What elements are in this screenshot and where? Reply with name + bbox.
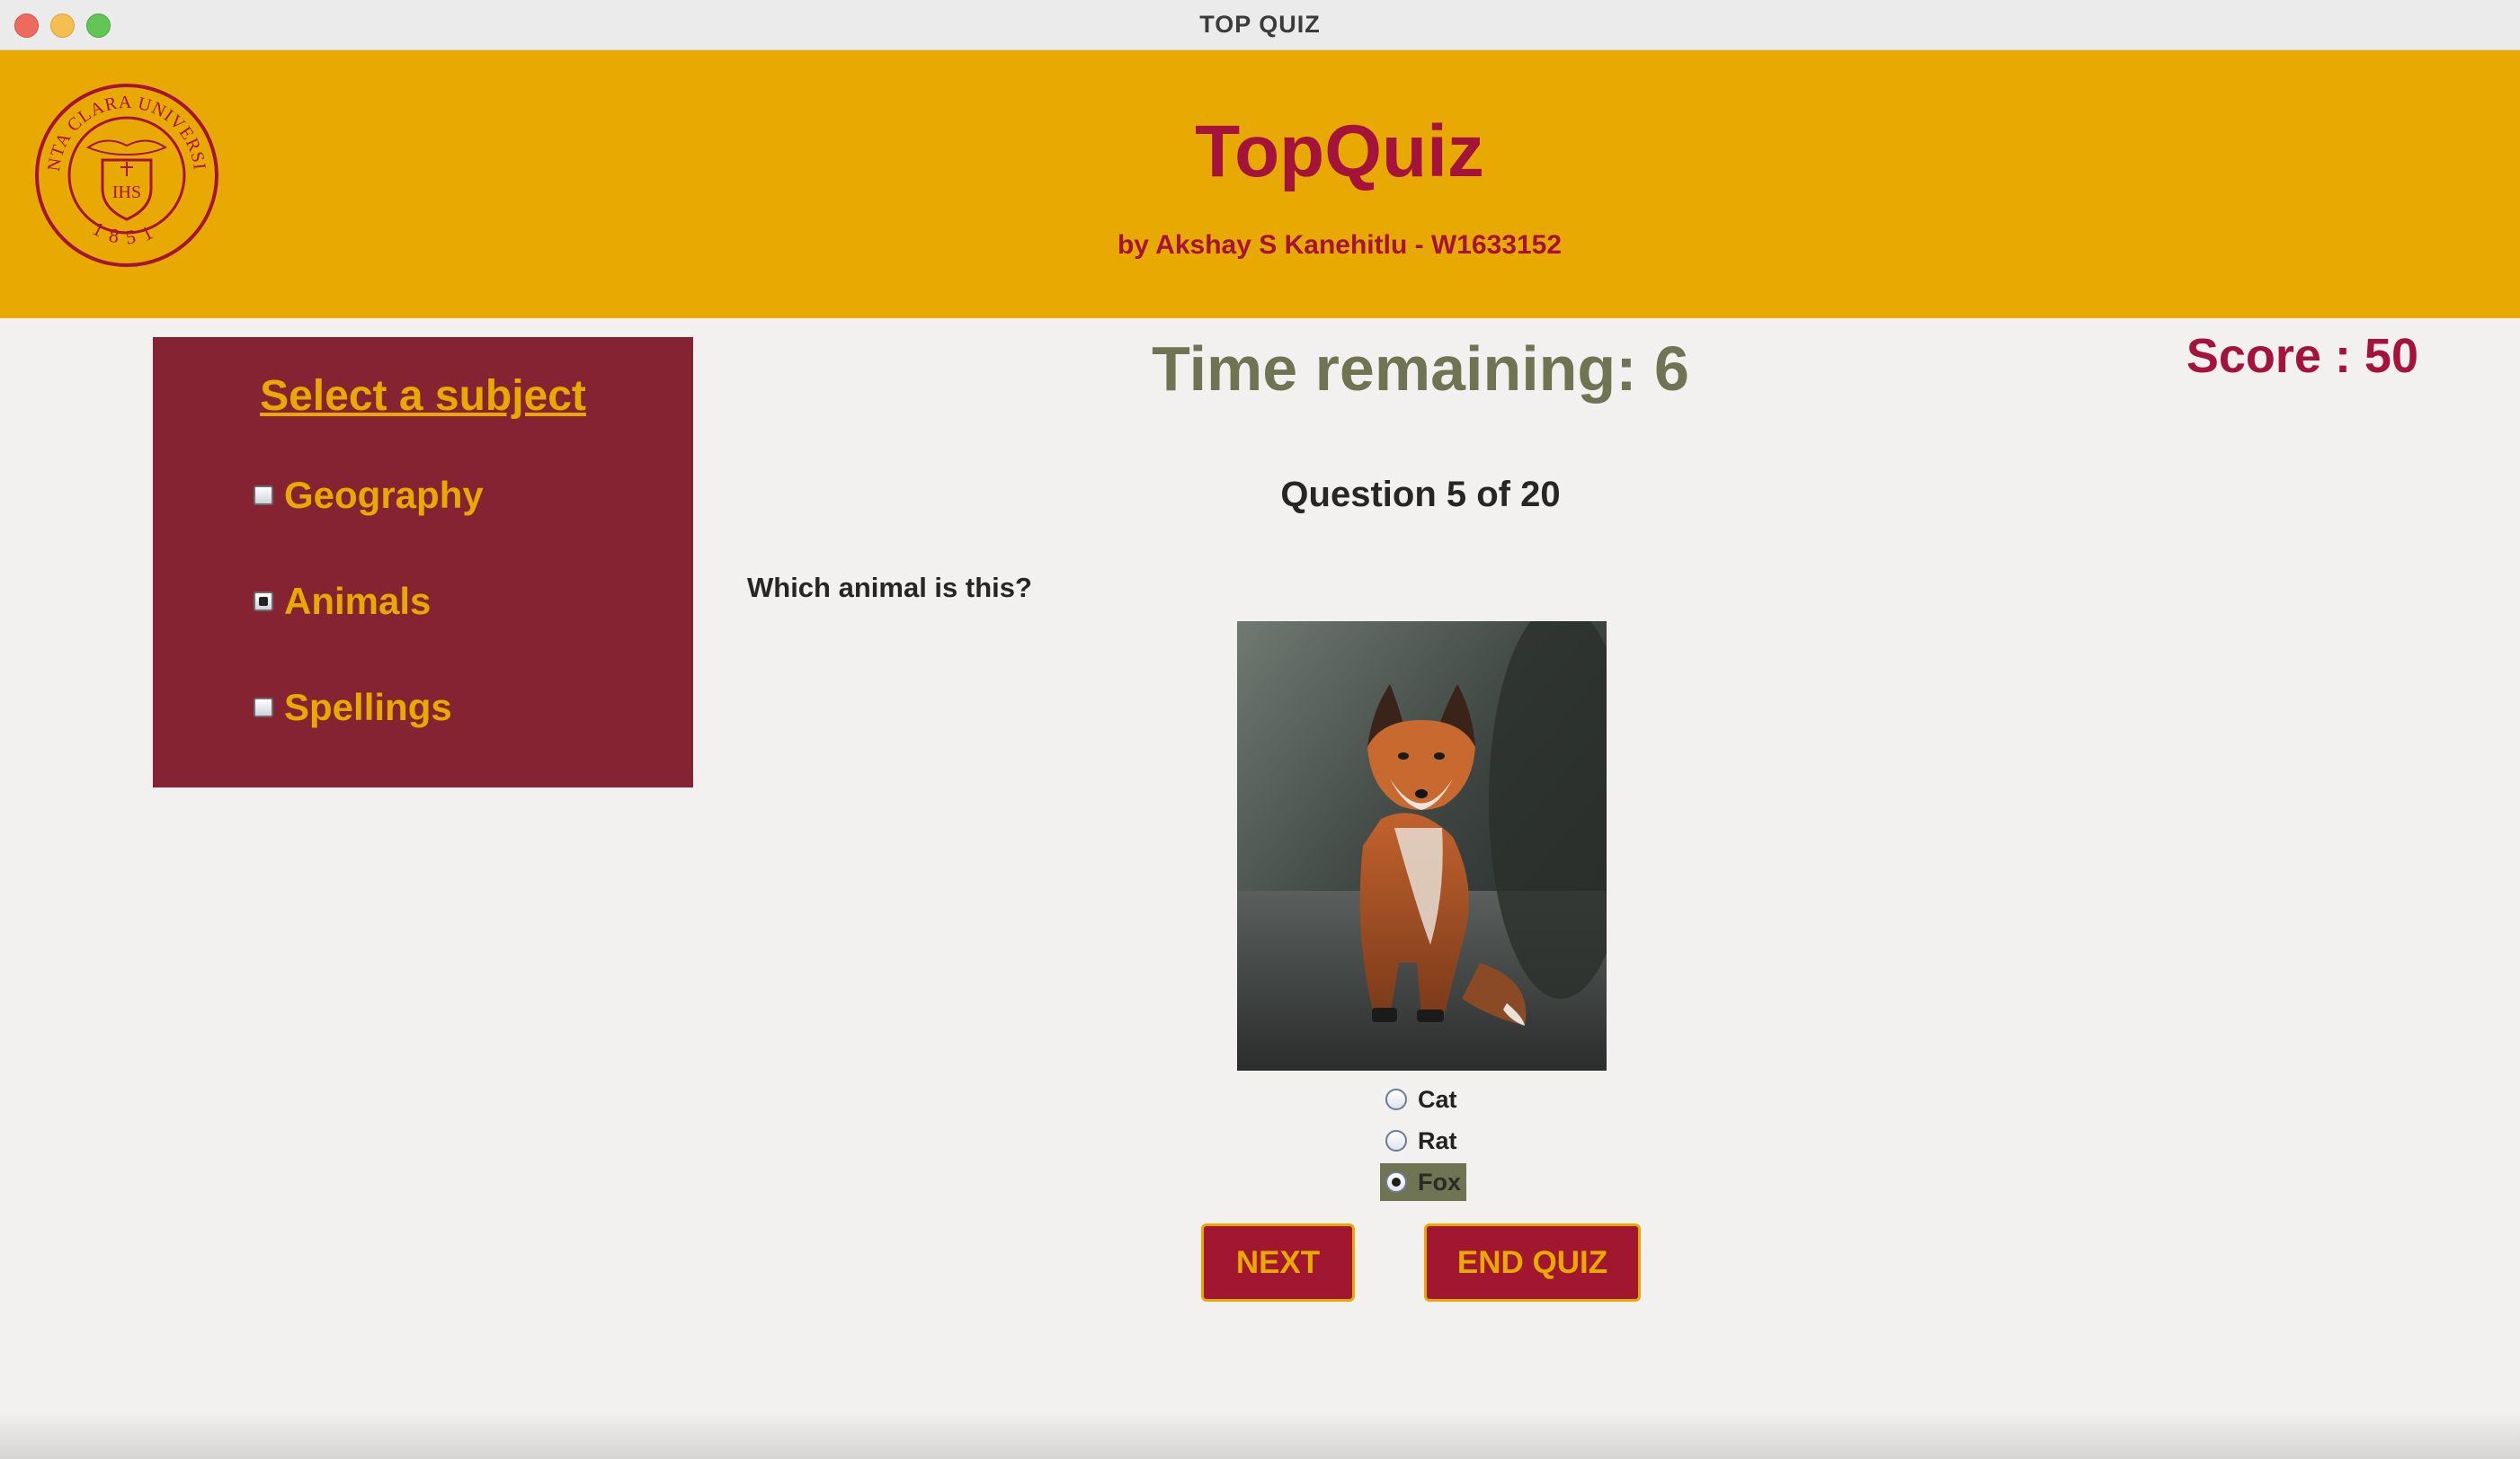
answer-option-fox[interactable]: Fox [1380, 1163, 1467, 1201]
subject-animals[interactable]: Animals [254, 580, 431, 623]
question-number: Question 5 of 20 [1280, 475, 1561, 514]
window-bottom-edge [0, 1411, 2520, 1459]
app-header: SANTA CLARA UNIVERSITY 1851 IHS TopQuiz … [0, 50, 2520, 318]
end-quiz-button[interactable]: END QUIZ [1424, 1223, 1641, 1302]
subject-sidebar: Select a subject Geography Animals Spell… [153, 337, 693, 787]
author-byline: by Akshay S Kanehitlu - W1633152 [1117, 230, 1563, 260]
question-text: Which animal is this? [747, 572, 1032, 603]
time-remaining: Time remaining: 6 [1152, 334, 1689, 404]
answer-option-cat[interactable]: Cat [1380, 1081, 1463, 1118]
answer-label: Cat [1418, 1085, 1457, 1113]
svg-text:IHS: IHS [112, 182, 141, 202]
radio-button[interactable] [1385, 1130, 1407, 1152]
subject-label: Animals [284, 580, 432, 622]
window-titlebar: TOP QUIZ [0, 0, 2520, 50]
subject-label: Geography [284, 474, 484, 516]
window-title: TOP QUIZ [1199, 11, 1321, 38]
subject-spellings[interactable]: Spellings [254, 686, 452, 729]
subject-geography[interactable]: Geography [254, 474, 484, 517]
sidebar-heading: Select a subject [260, 372, 586, 420]
answer-label: Fox [1418, 1168, 1462, 1196]
fox-image [1237, 621, 1607, 1071]
app-title: TopQuiz [1195, 111, 1484, 192]
subject-checkbox[interactable] [254, 485, 273, 505]
radio-button[interactable] [1385, 1171, 1407, 1193]
svg-text:1851: 1851 [89, 217, 165, 249]
university-seal-logo: SANTA CLARA UNIVERSITY 1851 IHS [34, 83, 218, 267]
subject-label: Spellings [284, 686, 452, 728]
answer-option-rat[interactable]: Rat [1380, 1122, 1463, 1160]
radio-button[interactable] [1385, 1089, 1407, 1110]
score-display: Score : 50 [2186, 329, 2418, 383]
subject-checkbox[interactable] [254, 592, 273, 611]
subject-checkbox[interactable] [254, 698, 273, 717]
answer-label: Rat [1418, 1126, 1457, 1154]
next-button[interactable]: NEXT [1201, 1223, 1355, 1302]
